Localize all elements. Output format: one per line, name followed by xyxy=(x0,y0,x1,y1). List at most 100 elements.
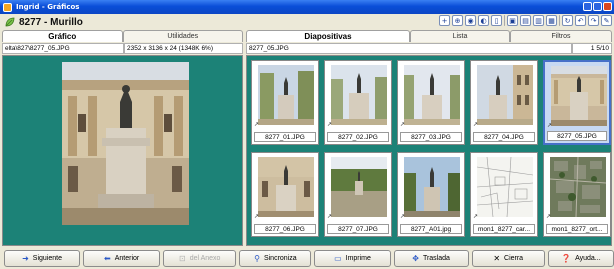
shortcut-marker: ↗ xyxy=(327,213,333,220)
page-info-field: 1 5/10 xyxy=(572,43,612,54)
undo-icon[interactable]: ↶ xyxy=(575,15,586,26)
move-button[interactable]: ✥ Traslada xyxy=(393,249,469,267)
thumbnail-caption: 8277_02.JPG xyxy=(327,132,389,142)
print-button-label: Imprime xyxy=(345,254,371,262)
thumbnail[interactable]: ↗ 8277_03.JPG xyxy=(397,60,465,145)
next-button-label: Siguiente xyxy=(32,254,62,262)
image-preview[interactable] xyxy=(2,55,243,246)
shortcut-marker: ↗ xyxy=(547,122,553,129)
shortcut-marker: ↗ xyxy=(473,213,479,220)
left-panel: Gráfico Utilidades elta\827\8277_05.JPG … xyxy=(2,30,243,246)
help-button-label: Ayuda... xyxy=(575,254,601,262)
previous-button[interactable]: ⬅ Anterior xyxy=(83,249,161,267)
page-icon[interactable]: ▯ xyxy=(491,15,502,26)
right-tabs: Diapositivas Lista Filtros xyxy=(246,30,612,42)
thumbnail-image xyxy=(258,157,314,217)
leaf-icon xyxy=(5,17,15,27)
slide-info-row: 8277_05.JPG 1 5/10 xyxy=(246,43,612,54)
close-button-label: Cierra xyxy=(504,254,524,262)
close-button[interactable]: ✕ Cierra xyxy=(471,249,545,267)
images-icon[interactable]: ▣ xyxy=(507,15,518,26)
close-window-button[interactable] xyxy=(603,2,612,11)
close-icon: ✕ xyxy=(493,253,501,263)
tab-diapositivas[interactable]: Diapositivas xyxy=(246,30,410,42)
thumbnail-aerial xyxy=(550,157,606,217)
title-bar: Ingrid - Gráficos xyxy=(0,0,614,14)
redo-icon[interactable]: ↷ xyxy=(588,15,599,26)
thumbnail-grid: ↗ 8277_01.JPG ↗ 8277_02.JPG ↗ 8277_03.JP… xyxy=(246,55,612,246)
zoom-fit-icon[interactable]: ⊕ xyxy=(452,15,463,26)
thumbnail-selected[interactable]: ↗ 8277_05.JPG xyxy=(543,60,611,145)
shortcut-marker: ↗ xyxy=(254,213,260,220)
tab-lista[interactable]: Lista xyxy=(410,30,510,42)
toolbar-separator xyxy=(559,15,560,26)
image-edit-icon[interactable]: ▦ xyxy=(546,15,557,26)
right-panel: Diapositivas Lista Filtros 8277_05.JPG 1… xyxy=(246,30,612,246)
attachment-button-label: del Anexo xyxy=(189,254,221,262)
thumbnail-caption: mon1_8277_car... xyxy=(473,224,535,234)
thumbnail-caption: 8277_01.JPG xyxy=(254,132,316,142)
toolbar: + ⊕ ◉ ◐ ▯ ▣ ▤ ▥ ▦ ↻ ↶ ↷ ✎ xyxy=(439,15,612,26)
preview-photo xyxy=(62,62,189,225)
previous-button-label: Anterior xyxy=(114,254,140,262)
tab-utilidades[interactable]: Utilidades xyxy=(122,30,243,42)
thumbnail-image xyxy=(404,65,460,125)
thumbnail-image xyxy=(331,65,387,125)
pencil-icon[interactable]: ✎ xyxy=(601,15,612,26)
zoom-in-icon[interactable]: + xyxy=(439,15,450,26)
next-button[interactable]: ➜ Siguiente xyxy=(4,249,81,267)
thumbnail[interactable]: ↗ 8277_01.JPG xyxy=(251,60,319,145)
thumbnail-caption: 8277_05.JPG xyxy=(547,131,607,141)
thumbnail[interactable]: ↗ 8277_07.JPG xyxy=(324,152,392,237)
thumbnail[interactable]: ↗ mon1_8277_car... xyxy=(470,152,538,237)
thumbnail[interactable]: ↗ 8277_02.JPG xyxy=(324,60,392,145)
toolbar-separator xyxy=(504,15,505,26)
thumbnail-map xyxy=(477,157,533,217)
attachment-button: ⊡ del Anexo xyxy=(163,249,237,267)
move-icon: ✥ xyxy=(412,253,419,263)
attachment-icon: ⊡ xyxy=(179,253,186,263)
thumbnail-image xyxy=(551,66,607,126)
thumbnail-caption: mon1_8277_ort... xyxy=(546,224,608,234)
file-path-field: elta\827\8277_05.JPG xyxy=(2,43,124,54)
current-file-field: 8277_05.JPG xyxy=(246,43,572,54)
image-save-icon[interactable]: ▥ xyxy=(533,15,544,26)
thumbnail-caption: 8277_03.JPG xyxy=(400,132,462,142)
record-title: 8277 - Murillo xyxy=(19,16,83,28)
arrow-left-icon: ⬅ xyxy=(104,253,111,263)
print-button[interactable]: ▭ Imprime xyxy=(314,249,391,267)
sync-icon: ⚲ xyxy=(254,253,260,263)
thumbnail-caption: 8277_07.JPG xyxy=(327,224,389,234)
thumbnail-image xyxy=(258,65,314,125)
sync-button[interactable]: ⚲ Sincroniza xyxy=(239,249,312,267)
rotate-icon[interactable]: ↻ xyxy=(562,15,573,26)
thumbnail[interactable]: ↗ 8277_06.JPG xyxy=(251,152,319,237)
app-icon xyxy=(3,2,12,12)
tab-grafico[interactable]: Gráfico xyxy=(2,30,123,42)
file-info-row: elta\827\8277_05.JPG 2352 x 3136 x 24 (1… xyxy=(2,43,243,54)
help-icon: ❓ xyxy=(561,253,572,263)
shortcut-marker: ↗ xyxy=(254,121,260,128)
help-button[interactable]: ❓ Ayuda... xyxy=(547,249,614,267)
thumbnail[interactable]: ↗ mon1_8277_ort... xyxy=(543,152,611,237)
maximize-button[interactable] xyxy=(593,2,602,11)
thumbnail-caption: 8277_A01.jpg xyxy=(400,224,462,234)
thumbnail[interactable]: ↗ 8277_A01.jpg xyxy=(397,152,465,237)
thumbnail-image xyxy=(477,65,533,125)
images-2-icon[interactable]: ▤ xyxy=(520,15,531,26)
thumbnail[interactable]: ↗ 8277_04.JPG xyxy=(470,60,538,145)
thumbnail-image xyxy=(404,157,460,217)
thumbnail-caption: 8277_04.JPG xyxy=(473,132,535,142)
half-tone-icon[interactable]: ◐ xyxy=(478,15,489,26)
thumbnail-caption: 8277_06.JPG xyxy=(254,224,316,234)
contrast-icon[interactable]: ◉ xyxy=(465,15,476,26)
minimize-button[interactable] xyxy=(583,2,592,11)
window-title: Ingrid - Gráficos xyxy=(16,3,80,11)
shortcut-marker: ↗ xyxy=(327,121,333,128)
sync-button-label: Sincroniza xyxy=(263,254,297,262)
tab-filtros[interactable]: Filtros xyxy=(510,30,612,42)
printer-icon: ▭ xyxy=(334,253,342,263)
shortcut-marker: ↗ xyxy=(400,213,406,220)
shortcut-marker: ↗ xyxy=(400,121,406,128)
thumbnail-image xyxy=(331,157,387,217)
